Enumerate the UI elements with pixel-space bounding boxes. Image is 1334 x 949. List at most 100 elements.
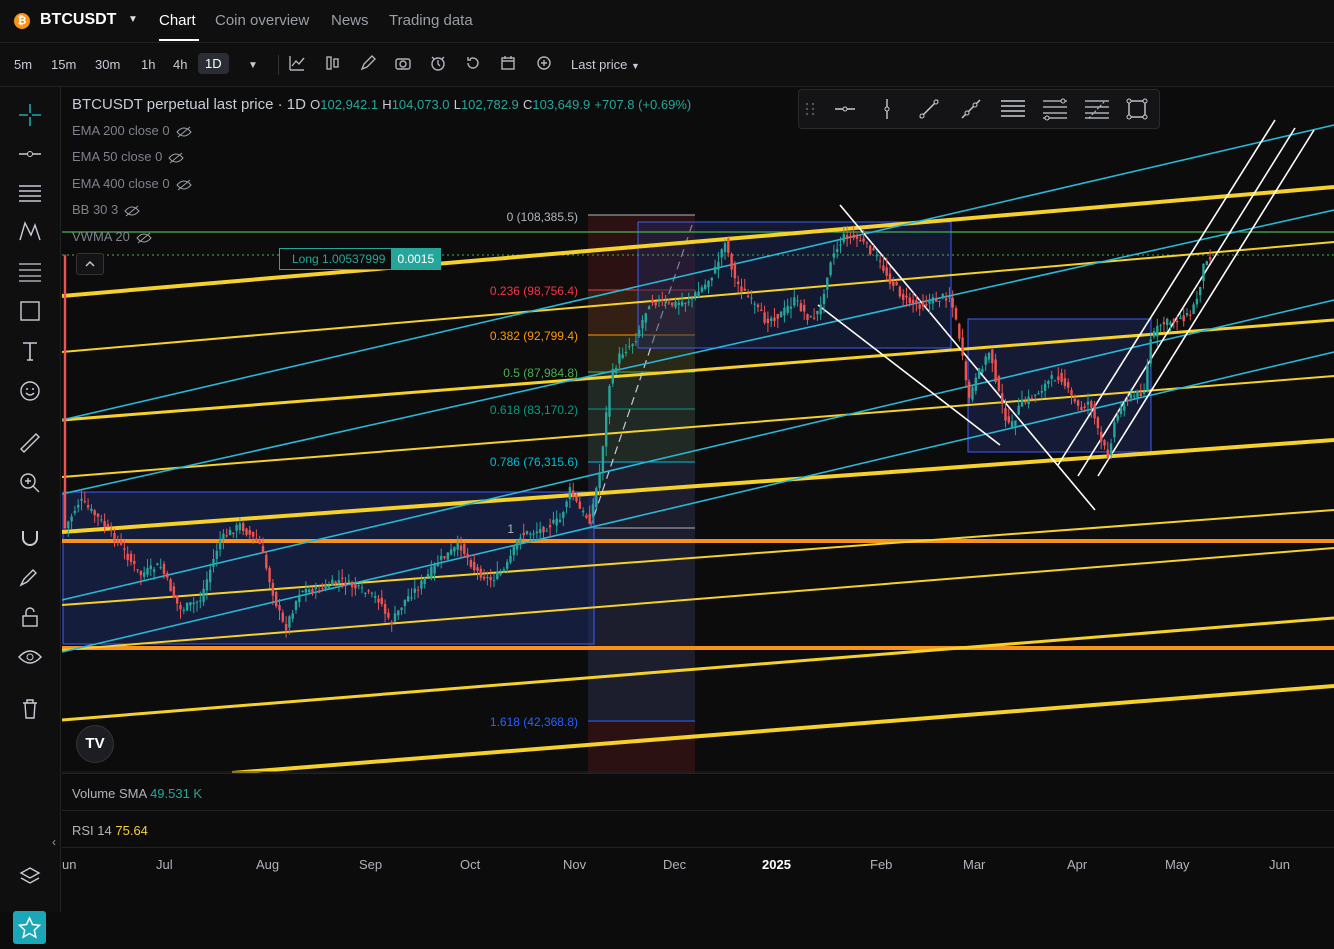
horizontal-ray-icon[interactable] [833,97,857,121]
tradingview-logo[interactable]: TV [76,725,114,763]
candle-body [83,501,86,503]
camera-icon[interactable] [394,54,412,72]
timeframe-more-caret-icon[interactable]: ▼ [248,60,258,71]
lock-drawing-icon[interactable] [16,563,44,591]
candle-body [773,317,776,321]
indicators-icon[interactable] [288,54,306,72]
candle-body [1027,396,1030,405]
candle-body [218,539,222,550]
candle-body [839,244,842,246]
candle-body [816,310,819,315]
text-tool-icon[interactable] [16,337,44,365]
rectangle-icon[interactable] [16,297,44,325]
compare-icon[interactable] [324,54,342,72]
hidden-eye-icon[interactable] [175,179,192,191]
trend-line-icon[interactable] [917,97,941,121]
horizontal-line-icon[interactable] [16,140,44,168]
candle-body [225,535,228,537]
candle-body [416,589,420,591]
tab-trading-data[interactable]: Trading data [389,12,473,29]
timeframe-4h[interactable]: 4h [173,57,187,72]
magnet-icon[interactable] [16,523,44,551]
timeframe-15m[interactable]: 15m [51,57,76,72]
tab-chart[interactable]: Chart [159,12,196,29]
time-axis[interactable] [62,847,1334,913]
candle-body [882,265,885,271]
fib-tool-icon[interactable] [16,257,44,285]
candle-body [694,292,697,298]
hidden-eye-icon[interactable] [175,126,192,138]
candle-body [598,472,601,488]
favorites-star-button[interactable] [13,911,46,944]
candle-body [657,300,661,303]
ruler-icon[interactable] [16,429,44,457]
indicator-ema400[interactable]: EMA 400 close 0 [72,176,192,191]
symbol-dropdown-caret-icon[interactable]: ▼ [128,14,138,25]
candle-body [146,568,149,575]
replay-icon[interactable] [464,54,482,72]
eye-icon[interactable] [16,643,44,671]
candle-body [803,304,806,312]
alarm-icon[interactable] [429,54,447,72]
candle-body [1159,325,1162,327]
candle-body [971,387,974,400]
position-label[interactable]: Long 1.00537999 0.0015 [279,248,442,270]
pencil-icon[interactable] [359,54,377,72]
legend-high: 104,073.0 [391,97,450,112]
tab-coin-overview[interactable]: Coin overview [215,12,309,29]
layers-icon[interactable] [16,863,44,891]
price-chart[interactable] [62,87,1334,773]
timeframe-1d[interactable]: 1D [198,53,229,74]
candle-body [90,508,93,512]
vertical-line-icon[interactable] [875,97,899,121]
fib-extension-icon[interactable] [1083,97,1111,121]
candle-body [446,552,449,560]
add-icon[interactable] [535,54,553,72]
unlock-icon[interactable] [16,603,44,631]
crosshair-icon[interactable] [16,101,44,129]
candle-body [469,560,473,568]
candle-body [1070,390,1073,396]
candle-body [697,291,700,298]
timeframe-30m[interactable]: 30m [95,57,120,72]
parallel-channel-icon[interactable] [999,97,1027,121]
indicator-vwma[interactable]: VWMA 20 [72,229,152,244]
x-label-apr: Apr [1067,857,1088,872]
hidden-eye-icon[interactable] [124,205,140,217]
timeframe-5m[interactable]: 5m [14,57,32,72]
drag-handle-icon[interactable] [803,100,817,118]
price-type-selector[interactable]: Last price ▼ [571,57,640,72]
collapse-legend-button[interactable] [76,253,104,275]
candle-body [1004,408,1007,421]
rectangle-tool-icon[interactable] [1125,97,1149,121]
candle-body [248,530,251,535]
calendar-icon[interactable] [499,54,517,72]
ray-icon[interactable] [959,97,983,121]
indicator-ema50[interactable]: EMA 50 close 0 [72,149,184,164]
fib-label-0236: 0.236 (98,756.4) [489,284,578,298]
indicator-bb[interactable]: BB 30 3 [72,202,140,217]
zoom-icon[interactable] [16,469,44,497]
symbol-selector[interactable]: BTCUSDT [40,11,116,29]
candle-body [80,498,83,501]
candle-body [327,586,331,589]
emoji-icon[interactable] [16,377,44,405]
candle-body [704,284,707,290]
tab-news[interactable]: News [331,12,369,29]
collapse-arrow-icon[interactable]: ‹ [52,835,56,849]
candle-body [525,531,529,534]
candle-body [1067,382,1070,388]
timeframe-1h[interactable]: 1h [141,57,155,72]
pattern-icon[interactable] [16,218,44,246]
candle-body [638,329,641,337]
trash-icon[interactable] [16,695,44,723]
fib-retracement-icon[interactable] [1041,97,1069,121]
hidden-eye-icon[interactable] [168,152,184,164]
candle-body [502,569,506,572]
hidden-eye-icon[interactable] [136,232,152,244]
candle-body [215,550,218,559]
candle-body [885,267,888,276]
indicator-ema200[interactable]: EMA 200 close 0 [72,123,192,138]
parallel-lines-icon[interactable] [16,179,44,207]
candle-body [182,609,185,611]
